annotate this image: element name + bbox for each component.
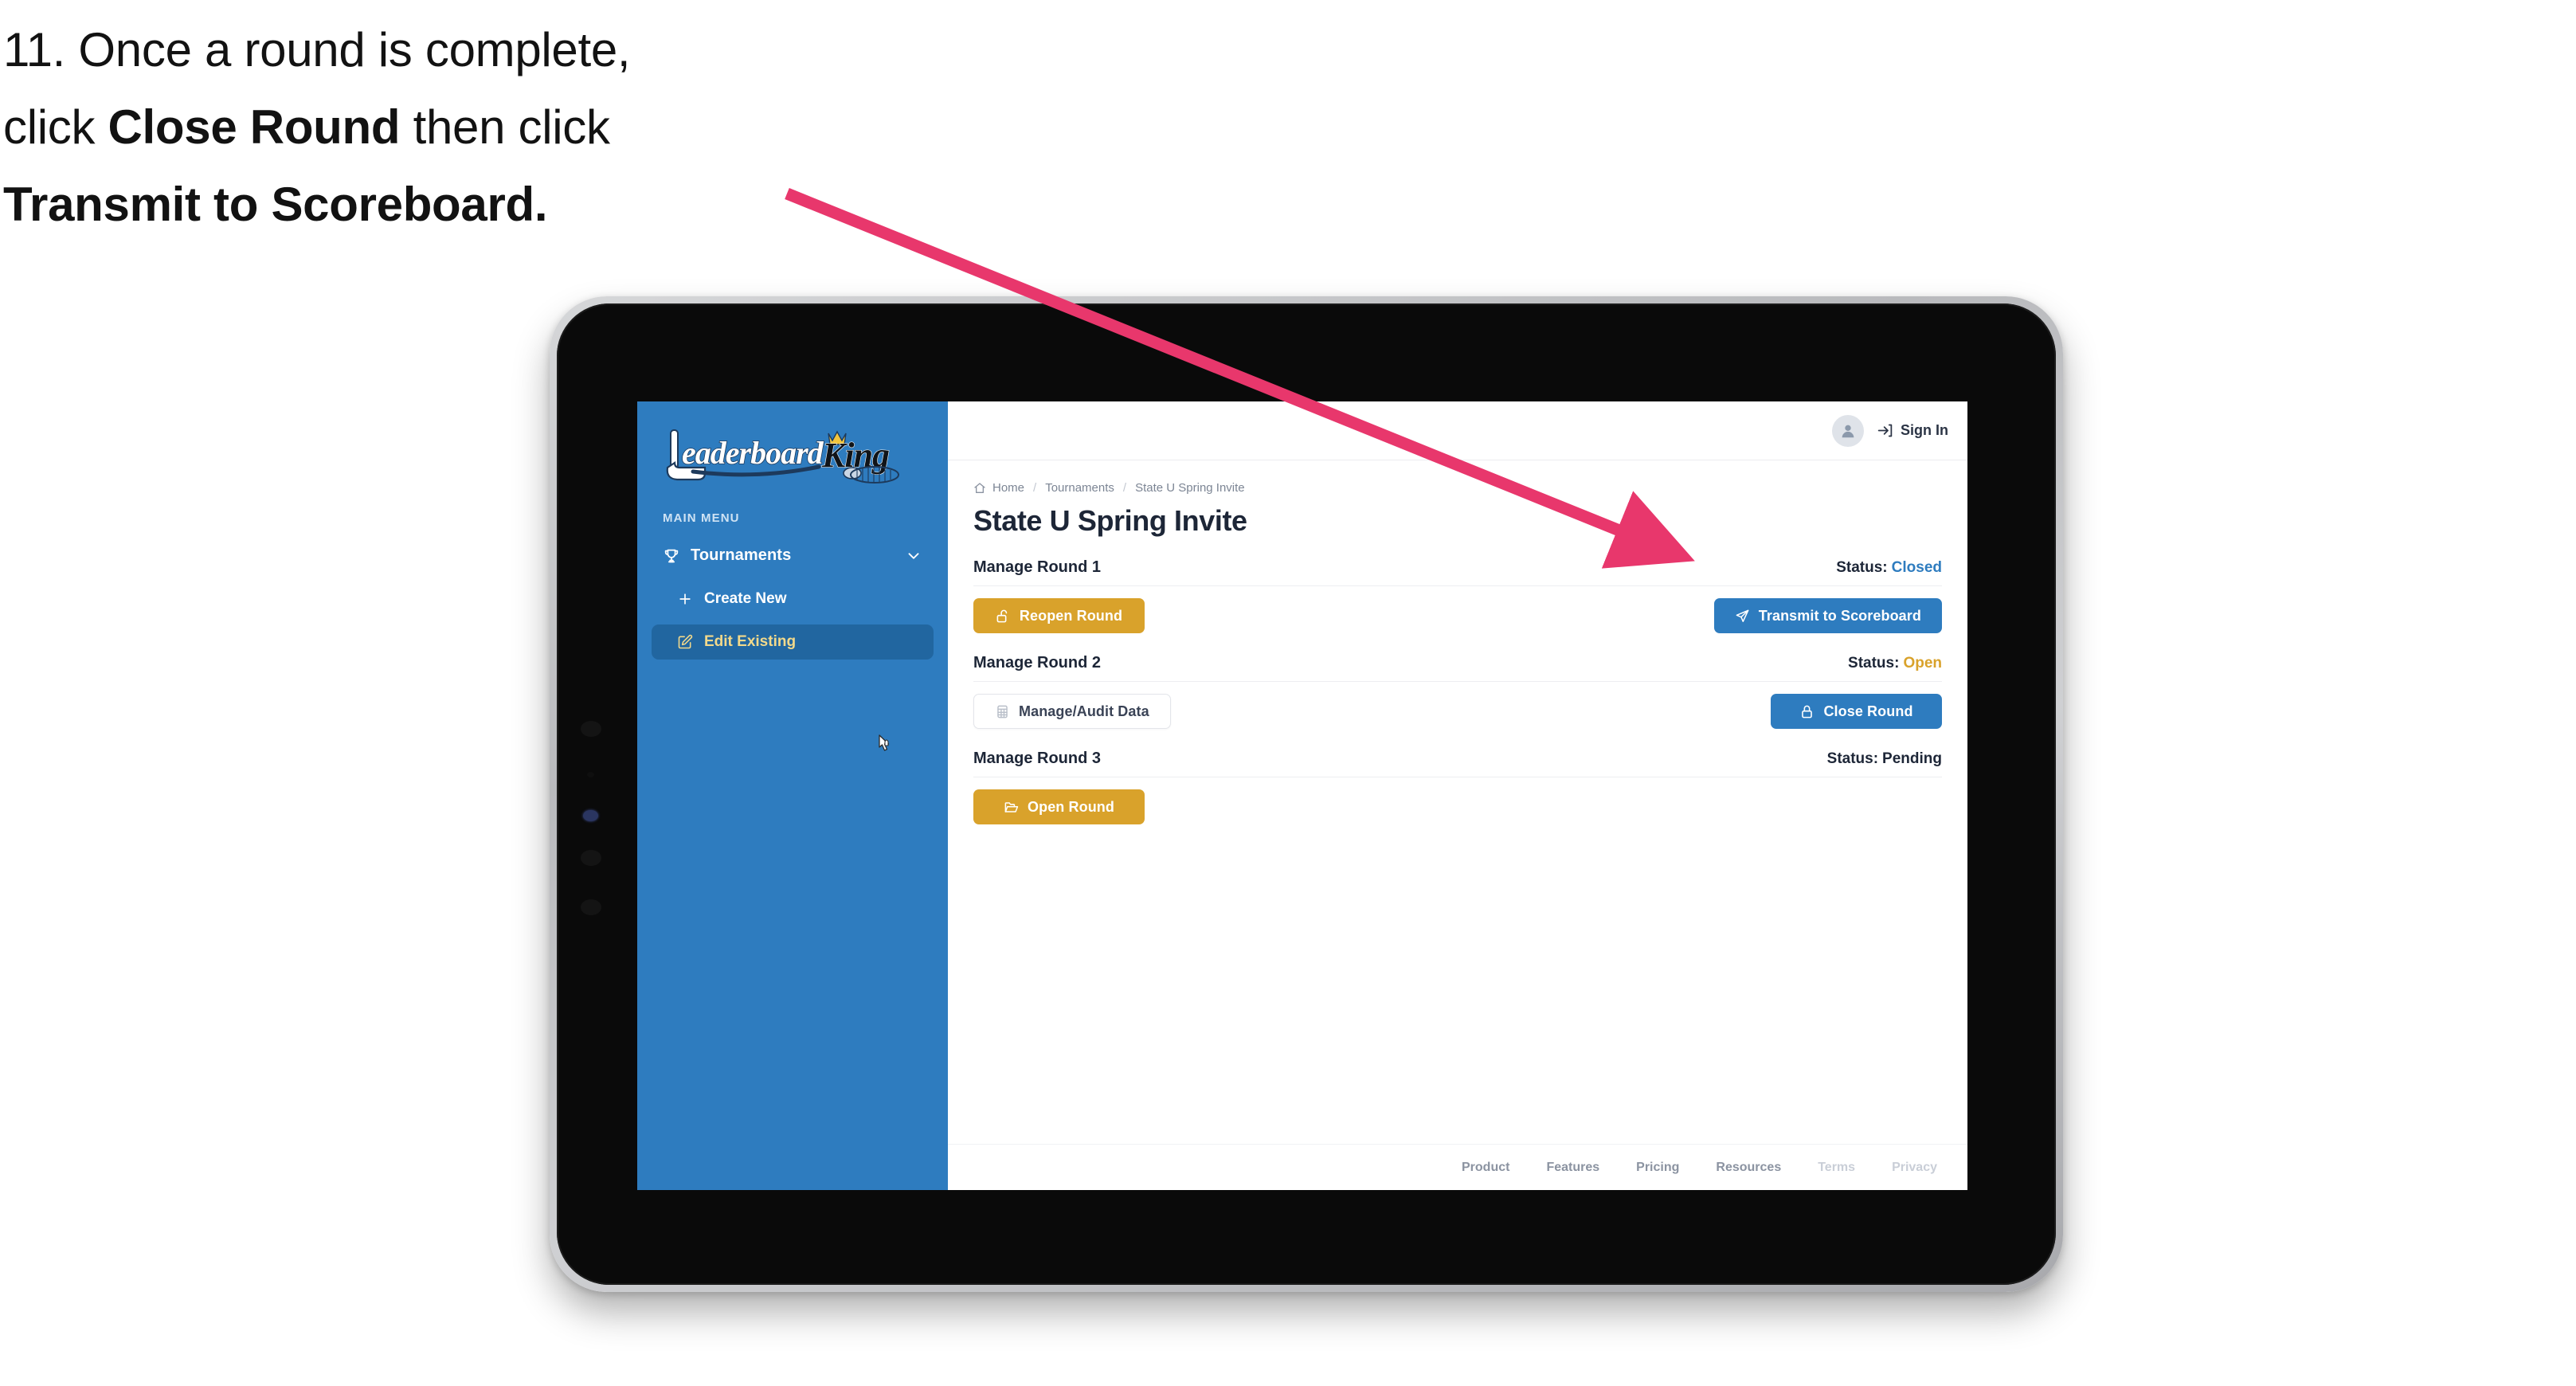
round-header: Manage Round 1 Status: Closed xyxy=(973,558,1942,586)
round-actions: Manage/Audit Data Close Round xyxy=(973,694,1942,729)
breadcrumb-item-tournaments[interactable]: Tournaments xyxy=(1045,481,1114,495)
reopen-round-button[interactable]: Reopen Round xyxy=(973,598,1145,633)
bezel-sensor-dot-2 xyxy=(587,772,594,777)
footer-link-pricing[interactable]: Pricing xyxy=(1636,1161,1679,1175)
close-round-button[interactable]: Close Round xyxy=(1771,694,1942,729)
trophy-icon xyxy=(663,547,680,565)
footer: Product Features Pricing Resources Terms… xyxy=(948,1144,1967,1190)
edit-pencil-icon xyxy=(677,634,693,650)
bezel-camera-icon xyxy=(583,810,598,821)
breadcrumb-item-home[interactable]: Home xyxy=(973,481,1024,495)
round-section-1: Manage Round 1 Status: Closed Reopen Rou… xyxy=(973,558,1942,633)
status-value: Pending xyxy=(1882,750,1942,767)
sidebar-item-tournaments[interactable]: Tournaments xyxy=(652,538,934,574)
transmit-to-scoreboard-button[interactable]: Transmit to Scoreboard xyxy=(1713,598,1942,633)
caption-line-2: click Close Round then click xyxy=(3,88,863,166)
tablet-device: eaderboard King MAIN MENU Tournaments Cr… xyxy=(550,296,2063,1292)
status-label: Status: xyxy=(1836,559,1888,576)
send-paper-plane-icon xyxy=(1735,609,1750,624)
tablet-bezel: eaderboard King MAIN MENU Tournaments Cr… xyxy=(557,303,2056,1285)
round-header: Manage Round 3 Status: Pending xyxy=(973,750,1942,777)
caption-line-1: 11. Once a round is complete, xyxy=(3,23,631,76)
sidebar-section-label: MAIN MENU xyxy=(663,511,740,525)
mouse-cursor-icon xyxy=(879,734,890,751)
lock-icon xyxy=(1799,704,1815,719)
instruction-caption: 11. Once a round is complete, click Clos… xyxy=(3,11,863,244)
caption-line-3-bold: Transmit to Scoreboard. xyxy=(3,178,548,232)
footer-link-resources[interactable]: Resources xyxy=(1716,1161,1781,1175)
sign-in-button[interactable]: Sign In xyxy=(1877,422,1948,439)
breadcrumb-item-current: State U Spring Invite xyxy=(1135,481,1245,495)
round-section-3: Manage Round 3 Status: Pending Open Roun… xyxy=(973,750,1942,824)
bezel-sensor-dot-1 xyxy=(581,721,601,737)
status-badge: Status: Open xyxy=(1848,655,1942,672)
sidebar-nav: Tournaments Create New Edit Existing xyxy=(637,538,948,660)
button-label: Manage/Audit Data xyxy=(1019,703,1149,719)
sign-in-arrow-icon xyxy=(1877,422,1893,439)
caption-line-2-bold: Close Round xyxy=(108,100,401,155)
caption-line-2-post: then click xyxy=(400,100,610,155)
round-actions: Open Round xyxy=(973,789,1942,824)
avatar[interactable] xyxy=(1832,414,1864,447)
button-label: Reopen Round xyxy=(1019,607,1123,624)
svg-text:eaderboard: eaderboard xyxy=(682,435,824,471)
breadcrumb-separator: / xyxy=(1122,481,1127,495)
user-avatar-icon xyxy=(1842,425,1854,437)
bezel-sensor-dot-4 xyxy=(581,899,601,915)
breadcrumb-separator: / xyxy=(1033,481,1037,495)
round-actions: Reopen Round Transmit to Scoreboard xyxy=(973,598,1942,633)
leaderboard-king-logo-icon: eaderboard King xyxy=(666,429,899,484)
footer-link-features[interactable]: Features xyxy=(1546,1161,1599,1175)
round-name: Manage Round 3 xyxy=(973,750,1102,767)
footer-link-terms[interactable]: Terms xyxy=(1818,1161,1855,1175)
unlock-icon xyxy=(996,609,1011,624)
caption-line-3: Transmit to Scoreboard. xyxy=(3,166,863,243)
footer-link-privacy[interactable]: Privacy xyxy=(1892,1161,1937,1175)
button-label: Transmit to Scoreboard xyxy=(1758,607,1921,624)
open-folder-icon xyxy=(1004,800,1019,815)
round-name: Manage Round 2 xyxy=(973,654,1102,671)
screenshot-root: 11. Once a round is complete, click Clos… xyxy=(0,0,2576,1386)
main-panel: Sign In Home / Tournaments / State U Spr… xyxy=(948,401,1967,1190)
top-bar: Sign In xyxy=(948,401,1967,460)
open-round-button[interactable]: Open Round xyxy=(973,789,1145,824)
content-area: Home / Tournaments / State U Spring Invi… xyxy=(948,460,1967,1144)
sidebar-item-edit-existing[interactable]: Edit Existing xyxy=(652,624,934,660)
sidebar: eaderboard King MAIN MENU Tournaments Cr… xyxy=(637,401,948,1190)
status-badge: Status: Closed xyxy=(1836,559,1942,577)
app-logo[interactable]: eaderboard King xyxy=(637,401,948,491)
status-value: Closed xyxy=(1891,559,1942,576)
round-header: Manage Round 2 Status: Open xyxy=(973,654,1942,682)
sidebar-item-label: Tournaments xyxy=(691,546,792,564)
footer-link-product[interactable]: Product xyxy=(1462,1161,1509,1175)
grid-table-icon xyxy=(995,704,1010,719)
chevron-down-icon[interactable] xyxy=(905,547,922,565)
sign-in-label: Sign In xyxy=(1901,422,1948,438)
sidebar-item-label: Edit Existing xyxy=(704,633,797,650)
caption-line-2-pre: click xyxy=(3,100,108,155)
status-badge: Status: Pending xyxy=(1827,750,1942,768)
status-value: Open xyxy=(1903,655,1942,671)
button-label: Close Round xyxy=(1823,703,1913,719)
round-name: Manage Round 1 xyxy=(973,558,1102,576)
home-icon xyxy=(973,482,986,495)
breadcrumb: Home / Tournaments / State U Spring Invi… xyxy=(973,481,1942,495)
status-label: Status: xyxy=(1848,655,1900,671)
page-title: State U Spring Invite xyxy=(973,504,1247,537)
sidebar-item-create-new[interactable]: Create New xyxy=(652,581,934,617)
round-section-2: Manage Round 2 Status: Open Manage/Audit… xyxy=(973,654,1942,729)
sidebar-item-label: Create New xyxy=(704,590,787,607)
breadcrumb-label: Home xyxy=(992,481,1025,495)
app-screen: eaderboard King MAIN MENU Tournaments Cr… xyxy=(637,401,1967,1190)
manage-audit-data-button[interactable]: Manage/Audit Data xyxy=(973,694,1171,729)
button-label: Open Round xyxy=(1028,798,1114,815)
plus-icon xyxy=(677,591,693,607)
status-label: Status: xyxy=(1826,750,1879,767)
bezel-sensor-dot-3 xyxy=(581,850,601,866)
